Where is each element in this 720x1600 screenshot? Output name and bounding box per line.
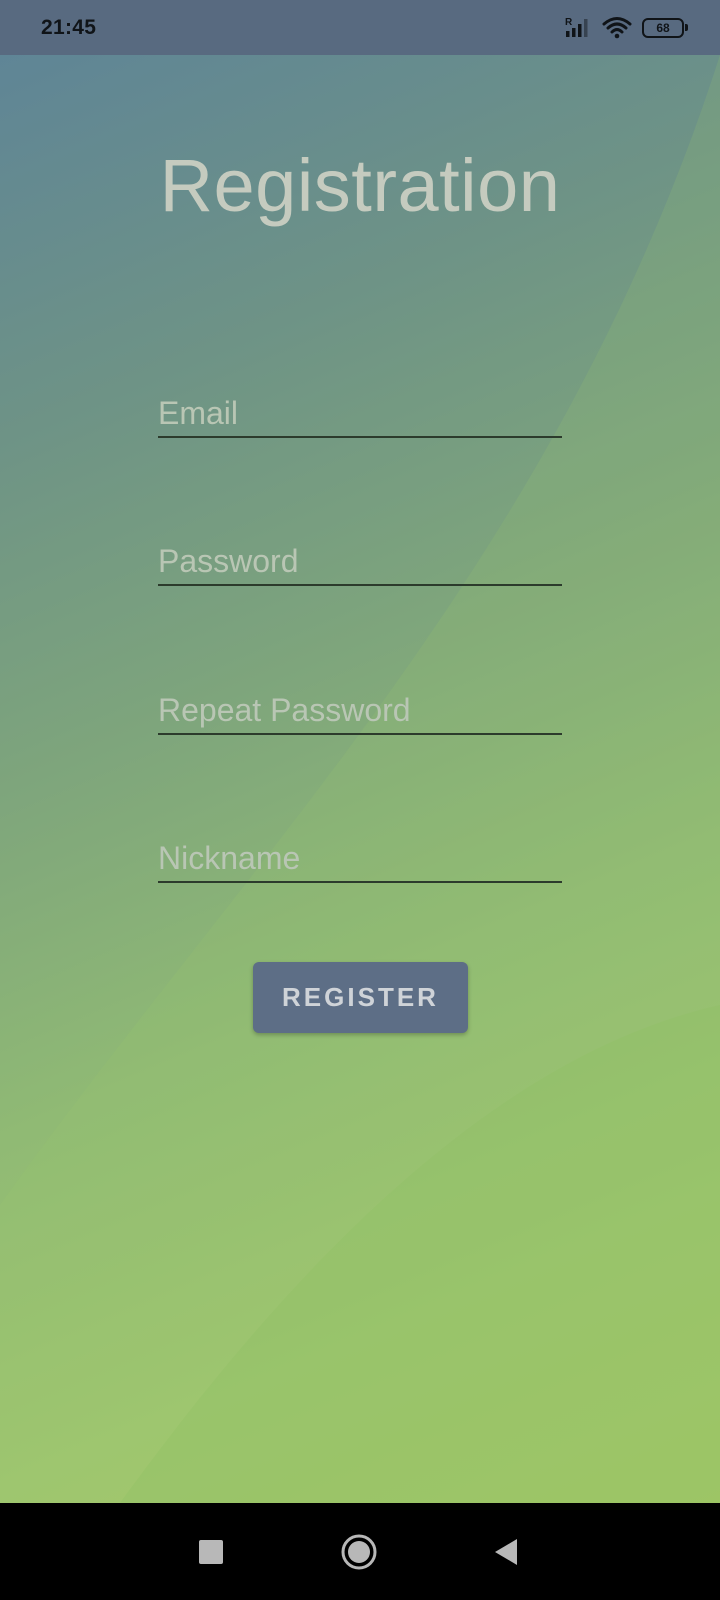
email-input[interactable]: [158, 395, 562, 432]
wifi-icon: [602, 16, 632, 40]
repeat-password-input[interactable]: [158, 692, 562, 729]
background-swoosh: [0, 55, 720, 1503]
signal-icon: R: [564, 16, 592, 40]
home-icon: [341, 1534, 377, 1569]
email-field[interactable]: [158, 378, 562, 438]
status-time: 21:45: [41, 15, 97, 39]
back-icon: [495, 1538, 517, 1565]
battery-icon: 68: [642, 17, 688, 38]
register-button[interactable]: REGISTER: [253, 962, 468, 1033]
recents-icon: [199, 1539, 223, 1564]
registration-screen: Registration REGISTER: [0, 55, 720, 1503]
navigation-bar: [0, 1503, 720, 1600]
home-button[interactable]: [314, 1503, 404, 1600]
nickname-input[interactable]: [158, 840, 562, 877]
recents-button[interactable]: [166, 1503, 256, 1600]
signal-roaming-badge: R: [565, 17, 573, 28]
status-bar: 21:45 R 68: [0, 0, 720, 55]
nickname-field[interactable]: [158, 823, 562, 883]
back-button[interactable]: [461, 1503, 551, 1600]
password-field[interactable]: [158, 526, 562, 586]
status-icons: R 68: [564, 16, 688, 40]
page-title: Registration: [159, 144, 561, 227]
repeat-password-field[interactable]: [158, 675, 562, 735]
password-input[interactable]: [158, 543, 562, 580]
battery-level: 68: [656, 20, 670, 35]
